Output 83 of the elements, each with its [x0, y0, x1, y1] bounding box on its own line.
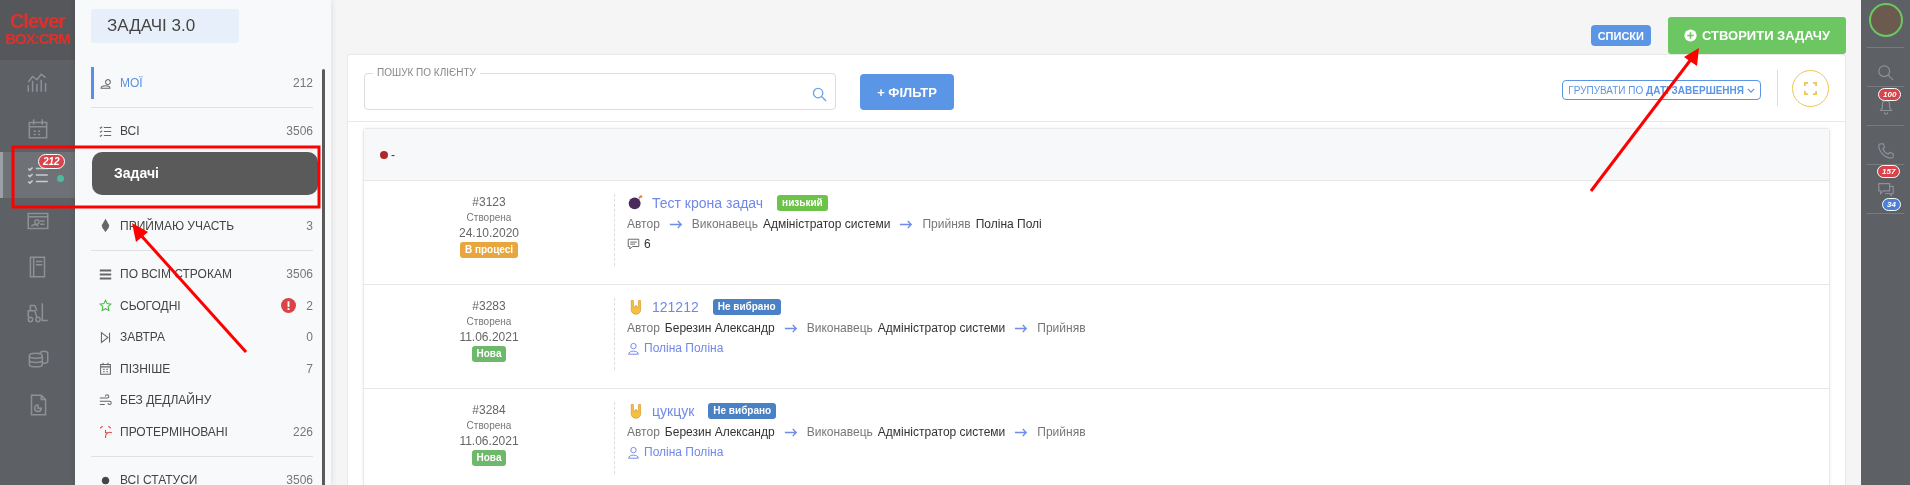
star-icon [99, 299, 112, 313]
avatar[interactable] [1868, 3, 1903, 37]
task-number: #3284 [472, 402, 506, 418]
created-label: Створена [466, 211, 512, 225]
bomb-icon [627, 194, 644, 211]
menu-item[interactable]: СЬОГОДНІ 2 [91, 290, 313, 322]
created-label: Створена [466, 315, 512, 329]
menu-item[interactable]: БЕЗ ДЕДЛАЙНУ [91, 384, 313, 416]
task-title-link[interactable]: 121212 [652, 298, 699, 315]
expand-icon [1804, 81, 1817, 95]
section-title: ЗАДАЧІ 3.0 [91, 9, 239, 43]
task-date: 24.10.2020 [458, 225, 520, 242]
menu-item[interactable]: МОЇ 212 [91, 67, 313, 99]
menu-item[interactable]: ПІЗНІШЕ 7 [91, 353, 313, 385]
phone-icon[interactable] [1876, 142, 1895, 160]
person-name: Адміністратор системи [762, 217, 891, 231]
role-label: Виконавець [806, 321, 873, 335]
checklist-icon [99, 124, 112, 138]
count-badge: 157 [1877, 165, 1901, 178]
task-title-link[interactable]: цукцук [652, 402, 695, 419]
person-name: Березин Александр [664, 321, 775, 335]
arrow-icon [783, 427, 798, 437]
person-name: Адміністратор системи [877, 321, 1006, 335]
task-date: 11.06.2021 [459, 329, 519, 346]
wind-icon [99, 393, 112, 407]
group-title: - [391, 147, 395, 162]
status-badge: Нова [471, 450, 507, 466]
comment-icon [627, 237, 640, 251]
role-label: Автор [627, 217, 660, 231]
menu-item[interactable]: ПРОТЕРМІНОВАНІ 226 [91, 416, 313, 448]
count-badge: 34 [1882, 198, 1901, 211]
role-label: Автор [627, 321, 660, 335]
person-icon [627, 341, 640, 355]
scrollbar[interactable] [322, 69, 325, 485]
status-badge: Нова [471, 346, 507, 362]
created-label: Створена [466, 419, 512, 433]
count-badge: 212 [38, 154, 65, 169]
role-label: Прийняв [922, 217, 971, 231]
role-label: Прийняв [1037, 425, 1086, 439]
search-icon [812, 87, 827, 102]
task-date: 11.06.2021 [459, 433, 519, 450]
person-name: Адміністратор системи [877, 425, 1006, 439]
calendar-icon [99, 362, 112, 376]
arrow-icon [1014, 427, 1029, 437]
chat-icon[interactable] [1876, 180, 1895, 198]
role-label: Автор [627, 425, 660, 439]
arrow-icon [668, 219, 683, 229]
priority-badge: Не вибрано [708, 402, 777, 419]
arrow-icon [1014, 323, 1029, 333]
search-icon[interactable] [1876, 64, 1895, 82]
participant-link[interactable]: Поліна Поліна [644, 445, 724, 459]
plus-circle-icon [1684, 29, 1697, 42]
person-icon [99, 76, 112, 90]
tooltip: Задачі [92, 152, 318, 195]
role-label: Прийняв [1037, 321, 1086, 335]
search-field[interactable]: ПОШУК ПО КЛІЄНТУ [364, 66, 836, 110]
person-name: Березин Александр [664, 425, 775, 439]
arrow-icon [899, 219, 914, 229]
skip-icon [99, 330, 112, 344]
comment-count: 6 [644, 237, 651, 251]
arrow-icon [783, 323, 798, 333]
person-name: Поліна Полі [975, 217, 1042, 231]
caret-icon [1747, 87, 1755, 93]
menu-item[interactable]: ВСІ СТАТУСИ 3506 [91, 464, 313, 485]
person-icon [627, 445, 640, 459]
fullscreen-button[interactable] [1792, 69, 1829, 107]
participant-link[interactable]: Поліна Поліна [644, 341, 724, 355]
menu-item[interactable]: ВСІ 3506 [91, 115, 313, 147]
priority-badge: Не вибрано [712, 298, 781, 315]
status-badge: В процесі [459, 242, 519, 258]
diamond-icon [99, 219, 112, 233]
nav-item[interactable]: 212 [0, 152, 75, 198]
role-label: Виконавець [806, 425, 873, 439]
menu-item[interactable]: ЗАВТРА 0 [91, 321, 313, 353]
task-title-link[interactable]: Тест крона задач [652, 194, 764, 211]
priority-badge: низький [777, 194, 828, 211]
task-number: #3283 [472, 298, 506, 314]
task-number: #3123 [472, 194, 506, 210]
bars-icon [99, 267, 112, 281]
filter-button[interactable]: + ФІЛЬТР [860, 74, 954, 110]
role-label: Виконавець [691, 217, 758, 231]
lists-button[interactable]: СПИСКИ [1590, 25, 1651, 46]
count-badge: 100 [1878, 88, 1902, 101]
